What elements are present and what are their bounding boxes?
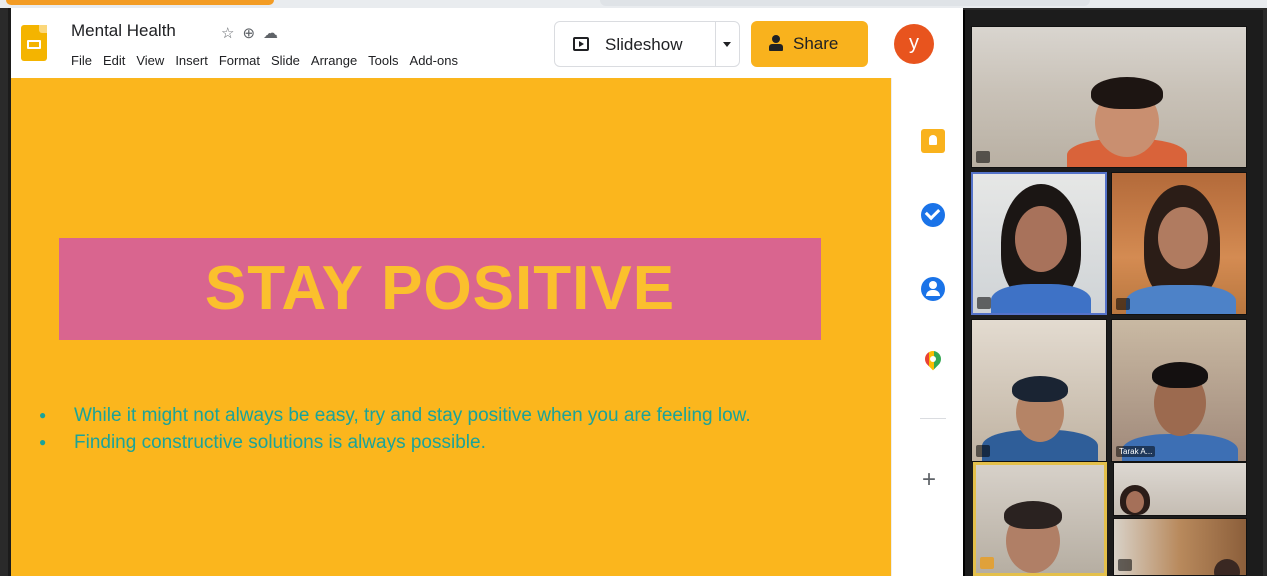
- participant-video-tile[interactable]: [971, 172, 1107, 315]
- slide-canvas[interactable]: STAY POSITIVE While it might not always …: [11, 78, 891, 576]
- tasks-icon[interactable]: [921, 203, 945, 227]
- keep-icon[interactable]: [921, 129, 945, 153]
- document-title[interactable]: Mental Health: [71, 21, 176, 41]
- menu-bar: File Edit View Insert Format Slide Arran…: [71, 53, 458, 68]
- participant-video-tile[interactable]: [1111, 172, 1247, 315]
- participant-body: [991, 284, 1091, 313]
- mic-icon: [1116, 298, 1130, 310]
- active-tab-indicator: [6, 0, 274, 5]
- move-to-folder-icon[interactable]: ⊕: [242, 25, 263, 42]
- participant-face: [1214, 559, 1240, 575]
- mic-icon: [1118, 559, 1132, 571]
- chevron-down-icon[interactable]: [723, 42, 731, 47]
- participant-video-tile[interactable]: [1113, 462, 1247, 516]
- participant-face: [1126, 491, 1144, 513]
- bullet-item: While it might not always be easy, try a…: [39, 402, 819, 429]
- screen: Mental Health ☆⊕☁ File Edit View Insert …: [0, 0, 1267, 576]
- menu-add-ons[interactable]: Add-ons: [410, 53, 458, 68]
- menu-file[interactable]: File: [71, 53, 92, 68]
- title-action-icons[interactable]: ☆⊕☁: [221, 24, 286, 42]
- participant-face: [1158, 207, 1208, 269]
- menu-edit[interactable]: Edit: [103, 53, 125, 68]
- menu-tools[interactable]: Tools: [368, 53, 398, 68]
- participant-name-tag: Tarak A...: [1116, 446, 1156, 457]
- side-panel-divider: [920, 418, 946, 419]
- menu-arrange[interactable]: Arrange: [311, 53, 357, 68]
- share-person-icon: [769, 35, 783, 51]
- participant-video-tile-active-speaker[interactable]: [973, 462, 1107, 576]
- participant-face: [1015, 206, 1067, 272]
- menu-insert[interactable]: Insert: [175, 53, 208, 68]
- slide-title-box[interactable]: STAY POSITIVE: [59, 238, 821, 340]
- participant-video-tile[interactable]: [971, 26, 1247, 168]
- share-label: Share: [793, 34, 839, 53]
- participant-hair: [1152, 362, 1208, 388]
- add-icon[interactable]: +: [922, 466, 936, 494]
- participant-video-tile[interactable]: [971, 319, 1107, 462]
- participant-hair: [1091, 77, 1163, 109]
- raised-hand-icon: [980, 557, 994, 569]
- participant-cap: [1012, 376, 1068, 402]
- participant-video-tile[interactable]: [1113, 518, 1247, 576]
- mic-muted-icon: [976, 151, 990, 163]
- slide-bullet-list[interactable]: While it might not always be easy, try a…: [39, 402, 819, 456]
- bullet-item: Finding constructive solutions is always…: [39, 429, 819, 456]
- participant-hair: [1004, 501, 1062, 529]
- slideshow-button[interactable]: Slideshow: [554, 21, 740, 67]
- button-divider: [715, 22, 716, 66]
- side-panel: +: [891, 78, 963, 576]
- menu-slide[interactable]: Slide: [271, 53, 300, 68]
- account-avatar[interactable]: y: [894, 24, 934, 64]
- video-call-grid: Tarak A...: [963, 10, 1263, 576]
- share-button[interactable]: Share: [751, 21, 868, 67]
- menu-view[interactable]: View: [136, 53, 164, 68]
- present-icon: [573, 37, 589, 51]
- browser-top-strip: [0, 0, 1267, 8]
- app-header: Mental Health ☆⊕☁ File Edit View Insert …: [11, 8, 963, 78]
- star-icon[interactable]: ☆: [221, 25, 242, 42]
- mic-icon: [977, 297, 991, 309]
- slides-logo-icon[interactable]: [21, 25, 47, 61]
- address-bar-fragment: [600, 0, 1090, 6]
- slides-app-window: Mental Health ☆⊕☁ File Edit View Insert …: [8, 8, 963, 576]
- slideshow-label: Slideshow: [605, 35, 683, 54]
- maps-icon[interactable]: [925, 351, 941, 373]
- mic-icon: [976, 445, 990, 457]
- cloud-status-icon[interactable]: ☁: [263, 25, 286, 42]
- participant-video-tile[interactable]: Tarak A...: [1111, 319, 1247, 462]
- menu-format[interactable]: Format: [219, 53, 260, 68]
- slide-title: STAY POSITIVE: [204, 254, 676, 323]
- contacts-icon[interactable]: [921, 277, 945, 301]
- participant-body: [1126, 285, 1236, 314]
